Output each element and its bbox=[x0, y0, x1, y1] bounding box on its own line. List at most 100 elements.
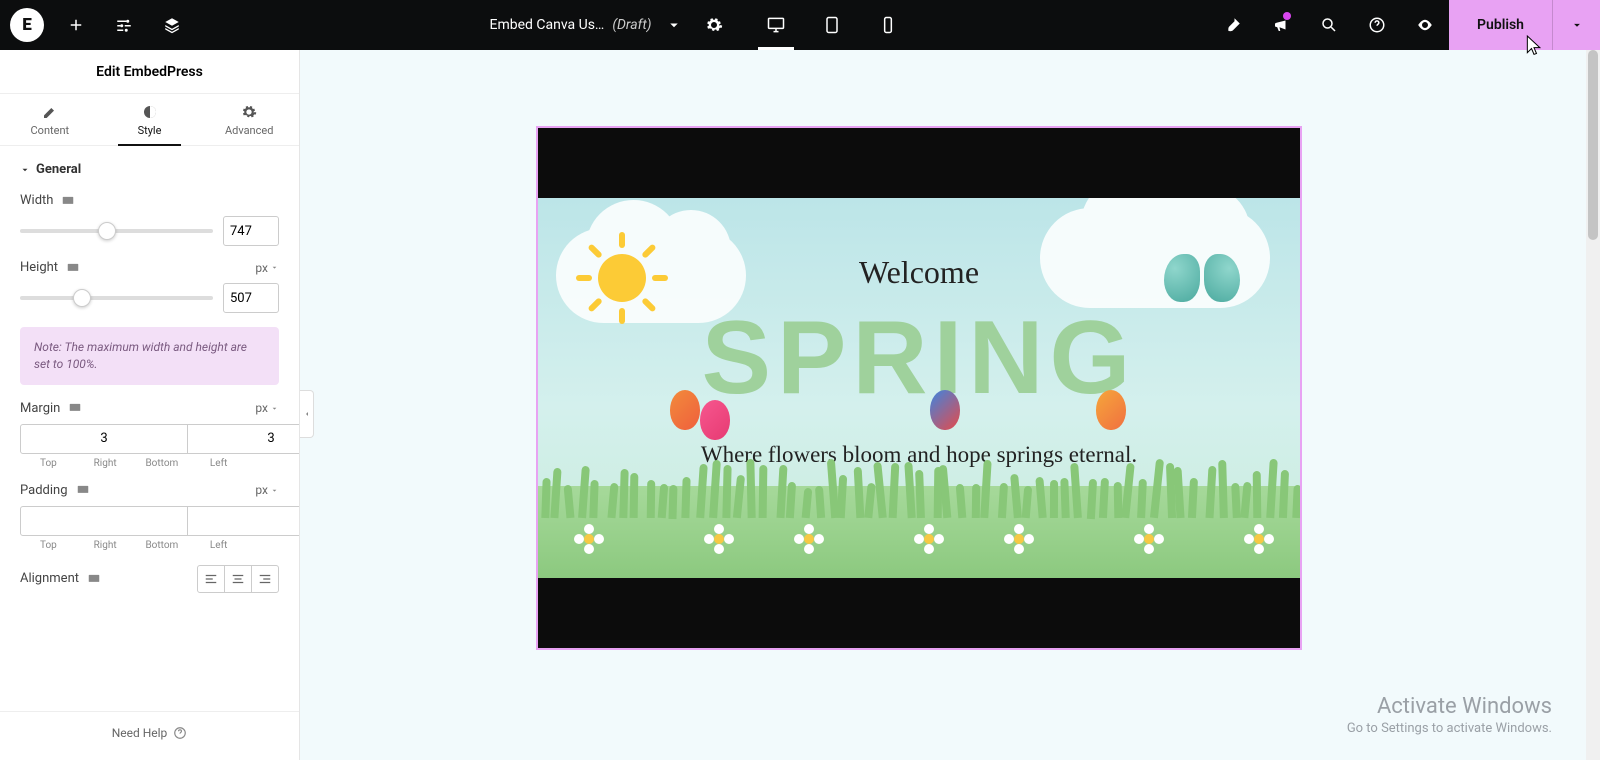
caret-down-icon bbox=[20, 165, 30, 175]
finder-button[interactable] bbox=[1305, 0, 1353, 50]
editor-canvas[interactable]: Welcome SPRING Where flowers bloom and h… bbox=[300, 50, 1600, 760]
egg-graphic bbox=[930, 390, 960, 430]
tab-style-label: Style bbox=[138, 124, 162, 137]
padding-labels: TopRightBottomLeft bbox=[20, 540, 279, 551]
height-slider-row bbox=[20, 283, 279, 313]
tablet-icon bbox=[822, 15, 842, 35]
height-input[interactable] bbox=[223, 283, 279, 313]
width-input[interactable] bbox=[223, 216, 279, 246]
desktop-device-button[interactable] bbox=[748, 0, 804, 50]
chevron-left-icon bbox=[303, 410, 311, 418]
align-center-button[interactable] bbox=[224, 565, 252, 593]
alignment-row: Alignment bbox=[20, 565, 279, 593]
tab-advanced[interactable]: Advanced bbox=[199, 94, 299, 145]
padding-inputs bbox=[20, 506, 279, 536]
tablet-device-button[interactable] bbox=[804, 0, 860, 50]
scroll-thumb[interactable] bbox=[1588, 50, 1598, 240]
width-slider[interactable] bbox=[20, 229, 213, 233]
structure-button[interactable] bbox=[148, 0, 196, 50]
need-help-link[interactable]: Need Help bbox=[0, 711, 299, 760]
height-slider[interactable] bbox=[20, 296, 213, 300]
margin-top-input[interactable] bbox=[20, 424, 188, 454]
margin-labels: TopRightBottomLeft bbox=[20, 458, 279, 469]
help-circle-icon bbox=[1368, 16, 1386, 34]
egg-graphic bbox=[700, 400, 730, 440]
tab-style[interactable]: Style bbox=[100, 94, 200, 145]
desktop-icon[interactable] bbox=[61, 194, 75, 208]
contrast-icon bbox=[142, 104, 158, 120]
mobile-device-button[interactable] bbox=[860, 0, 916, 50]
alignment-label: Alignment bbox=[20, 571, 101, 586]
padding-label: Padding bbox=[20, 483, 90, 498]
height-control-row: Height px bbox=[20, 260, 279, 275]
margin-unit-select[interactable]: px bbox=[255, 401, 279, 415]
document-dropdown[interactable] bbox=[660, 0, 688, 50]
align-left-button[interactable] bbox=[197, 565, 225, 593]
width-slider-row bbox=[20, 216, 279, 246]
note-box: Note: The maximum width and height are s… bbox=[20, 327, 279, 385]
padding-right-input[interactable] bbox=[187, 506, 299, 536]
welcome-text: Welcome bbox=[538, 254, 1300, 291]
site-settings-button[interactable] bbox=[100, 0, 148, 50]
themes-button[interactable] bbox=[1209, 0, 1257, 50]
publish-options-button[interactable] bbox=[1552, 0, 1600, 50]
embedded-widget-frame[interactable]: Welcome SPRING Where flowers bloom and h… bbox=[536, 126, 1302, 650]
panel-title: Edit EmbedPress bbox=[0, 50, 299, 94]
height-unit-select[interactable]: px bbox=[255, 261, 279, 275]
chevron-down-icon bbox=[270, 263, 279, 272]
tab-content[interactable]: Content bbox=[0, 94, 100, 145]
mobile-icon bbox=[878, 15, 898, 35]
document-title[interactable]: Embed Canva Us… bbox=[490, 17, 605, 33]
chevron-down-icon bbox=[665, 16, 683, 34]
panel-collapse-button[interactable] bbox=[300, 390, 314, 438]
desktop-icon[interactable] bbox=[66, 261, 80, 275]
workspace: Edit EmbedPress Content Style Advanced G… bbox=[0, 50, 1600, 760]
align-left-icon bbox=[204, 572, 218, 586]
egg-graphic bbox=[670, 390, 700, 430]
desktop-icon[interactable] bbox=[76, 483, 90, 497]
responsive-devices bbox=[748, 0, 916, 50]
search-icon bbox=[1320, 16, 1338, 34]
egg-graphic bbox=[1096, 390, 1126, 430]
margin-label: Margin bbox=[20, 401, 82, 416]
top-bar: E Embed Canva Us… (Draft) bbox=[0, 0, 1600, 50]
vertical-scrollbar[interactable] bbox=[1586, 50, 1600, 760]
margin-inputs bbox=[20, 424, 279, 454]
chevron-down-icon bbox=[1570, 18, 1584, 32]
preview-button[interactable] bbox=[1401, 0, 1449, 50]
align-right-icon bbox=[258, 572, 272, 586]
help-button[interactable] bbox=[1353, 0, 1401, 50]
padding-unit-select[interactable]: px bbox=[255, 483, 279, 497]
tagline-text: Where flowers bloom and hope springs ete… bbox=[538, 442, 1300, 468]
desktop-icon[interactable] bbox=[68, 401, 82, 415]
elementor-logo[interactable]: E bbox=[10, 8, 44, 42]
topbar-center: Embed Canva Us… (Draft) bbox=[196, 0, 1209, 50]
help-circle-icon bbox=[173, 726, 187, 740]
margin-right-input[interactable] bbox=[187, 424, 299, 454]
need-help-label: Need Help bbox=[112, 726, 168, 740]
grass-graphic bbox=[538, 486, 1300, 578]
topbar-left: E bbox=[0, 0, 196, 50]
margin-row: Margin px bbox=[20, 401, 279, 416]
section-general-label: General bbox=[36, 162, 81, 177]
align-right-button[interactable] bbox=[251, 565, 279, 593]
width-label: Width bbox=[20, 193, 75, 208]
desktop-icon[interactable] bbox=[87, 572, 101, 586]
chevron-down-icon bbox=[270, 404, 279, 413]
page-settings-button[interactable] bbox=[696, 0, 732, 50]
padding-top-input[interactable] bbox=[20, 506, 188, 536]
section-general-toggle[interactable]: General bbox=[20, 162, 279, 177]
padding-row: Padding px bbox=[20, 483, 279, 498]
gear-icon bbox=[241, 104, 257, 120]
desktop-icon bbox=[766, 15, 786, 35]
layers-icon bbox=[163, 16, 181, 34]
align-center-icon bbox=[231, 572, 245, 586]
sidebar: Edit EmbedPress Content Style Advanced G… bbox=[0, 50, 300, 760]
gear-icon bbox=[705, 16, 723, 34]
whats-new-button[interactable] bbox=[1257, 0, 1305, 50]
notification-dot bbox=[1283, 12, 1291, 20]
pencil-icon bbox=[42, 104, 58, 120]
add-element-button[interactable] bbox=[52, 0, 100, 50]
alignment-buttons bbox=[197, 565, 279, 593]
tab-content-label: Content bbox=[31, 124, 70, 137]
